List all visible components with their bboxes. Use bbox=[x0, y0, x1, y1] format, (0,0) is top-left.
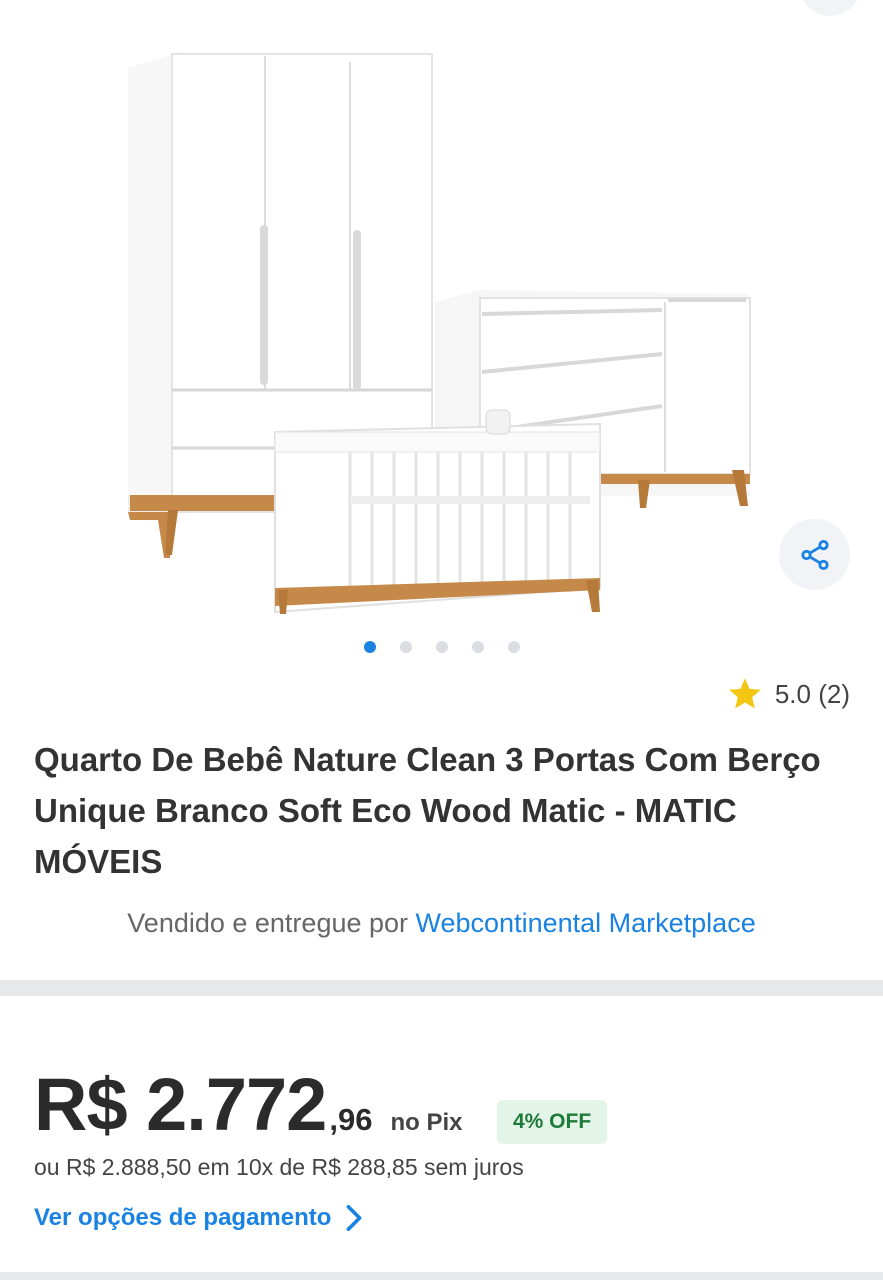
pagination-dot-2[interactable] bbox=[399, 641, 412, 653]
product-image-gallery[interactable] bbox=[0, 0, 883, 630]
star-icon bbox=[728, 678, 761, 709]
pagination-dot-5[interactable] bbox=[507, 641, 520, 653]
image-pagination-dots bbox=[0, 641, 883, 653]
pagination-dot-4[interactable] bbox=[471, 641, 484, 653]
product-rating[interactable]: 5.0 (2) bbox=[727, 676, 850, 712]
bottom-divider bbox=[0, 1272, 883, 1280]
price-cents: ,96 bbox=[329, 1102, 373, 1137]
rating-text: 5.0 (2) bbox=[774, 678, 850, 709]
price-block: R$ 2.772 ,96 no Pix bbox=[34, 1062, 462, 1147]
share-button[interactable] bbox=[779, 519, 850, 590]
payment-method-label: no Pix bbox=[390, 1109, 463, 1136]
discount-badge: 4% OFF bbox=[497, 1100, 608, 1144]
seller-prefix: Vendido e entregue por bbox=[127, 908, 416, 938]
share-icon bbox=[800, 539, 829, 570]
pagination-dot-1[interactable] bbox=[363, 641, 376, 653]
price-main: R$ 2.772 bbox=[34, 1063, 327, 1146]
seller-info: Vendido e entregue por Webcontinental Ma… bbox=[0, 908, 883, 939]
pagination-dot-3[interactable] bbox=[435, 641, 448, 653]
product-image bbox=[128, 52, 751, 614]
payment-options-link[interactable]: Ver opções de pagamento bbox=[34, 1204, 363, 1232]
chevron-right-icon bbox=[347, 1204, 362, 1232]
section-divider bbox=[0, 980, 883, 996]
payment-options-label: Ver opções de pagamento bbox=[34, 1204, 332, 1231]
seller-link[interactable]: Webcontinental Marketplace bbox=[416, 908, 756, 938]
product-title: Quarto De Bebê Nature Clean 3 Portas Com… bbox=[34, 741, 821, 880]
installments-text: ou R$ 2.888,50 em 10x de R$ 288,85 sem j… bbox=[34, 1154, 524, 1180]
